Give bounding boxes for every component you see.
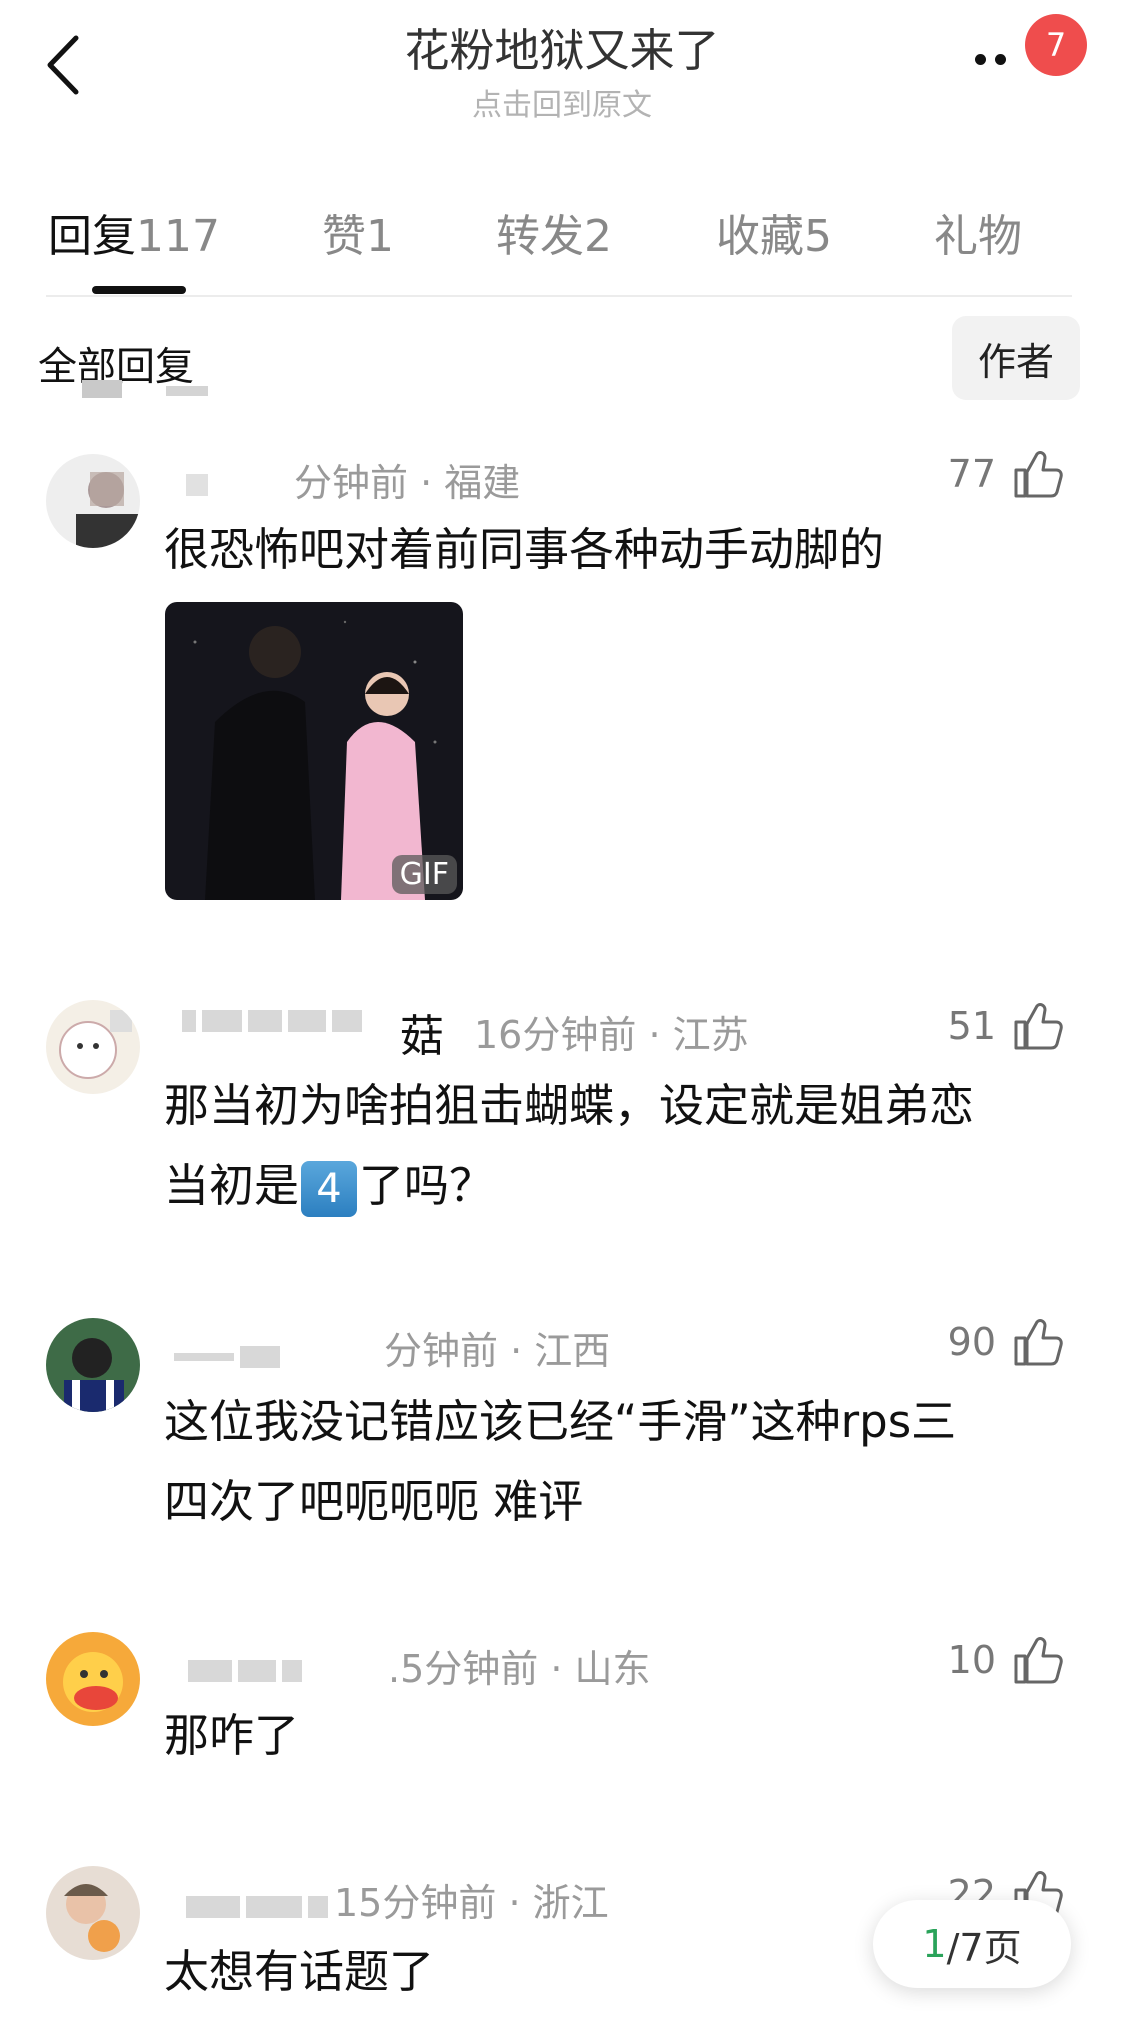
comment-text: 这位我没记错应该已经“手滑”这种rps三 四次了吧呃呃呃 难评 — [164, 1395, 957, 1528]
tab-reposts[interactable]: 转发2 — [496, 200, 612, 264]
active-tab-indicator — [92, 286, 186, 294]
comment-meta: 16分钟前 · 江苏 — [474, 1013, 749, 1057]
comment-meta: .5分钟前 · 山东 — [388, 1647, 651, 1691]
thumbs-up-icon[interactable] — [1012, 1316, 1064, 1368]
mosaic-blur — [82, 380, 208, 398]
author-filter-button[interactable]: 作者 — [952, 316, 1080, 400]
tab-likes[interactable]: 赞1 — [322, 200, 394, 264]
username-blurred — [174, 1346, 286, 1380]
page-title: 花粉地狱又来了 — [404, 24, 720, 77]
tab-favorites[interactable]: 收藏5 — [716, 200, 832, 264]
avatar[interactable] — [46, 454, 140, 548]
comment-text: 很恐怖吧对着前同事各种动手动脚的 — [164, 523, 885, 576]
comment-meta: 分钟前 · 福建 — [294, 461, 521, 505]
like-count: 51 — [947, 1004, 996, 1048]
avatar[interactable] — [46, 1000, 140, 1094]
mosaic-blur — [186, 474, 208, 496]
username[interactable]: 菇 — [400, 1000, 444, 1064]
gif-image[interactable]: GIF — [165, 602, 463, 900]
comment-text: 那咋了 — [164, 1709, 300, 1762]
keycap-four-emoji: 4 — [301, 1161, 358, 1217]
username-blurred — [188, 1660, 308, 1694]
username-blurred — [186, 1896, 334, 1930]
like-count: 90 — [947, 1320, 996, 1364]
comment-meta: 分钟前 · 江西 — [384, 1329, 611, 1373]
like-count: 10 — [947, 1638, 996, 1682]
notification-badge[interactable]: 7 — [1025, 14, 1087, 76]
page-indicator[interactable]: 1/7页 — [873, 1900, 1071, 1988]
dot-icon — [975, 53, 986, 65]
like-count: 77 — [947, 452, 996, 496]
avatar[interactable] — [46, 1318, 140, 1412]
thumbs-up-icon[interactable] — [1012, 1634, 1064, 1686]
username-blurred — [182, 1010, 368, 1044]
comment-text: 那当初为啥拍狙击蝴蝶，设定就是姐弟恋 当初是 4 了吗？ — [164, 1066, 1104, 1226]
back-to-original-link[interactable]: 点击回到原文 — [0, 80, 1124, 124]
avatar[interactable] — [46, 1632, 140, 1726]
tab-gifts[interactable]: 礼物 — [934, 200, 1022, 264]
comment-meta: 15分钟前 · 浙江 — [334, 1881, 609, 1925]
avatar[interactable] — [46, 1866, 140, 1960]
gif-badge: GIF — [391, 855, 457, 894]
thumbs-up-icon[interactable] — [1012, 1000, 1064, 1052]
divider — [46, 295, 1072, 297]
dot-icon — [995, 53, 1006, 65]
tab-replies[interactable]: 回复117 — [48, 200, 220, 264]
thumbs-up-icon[interactable] — [1012, 448, 1064, 500]
